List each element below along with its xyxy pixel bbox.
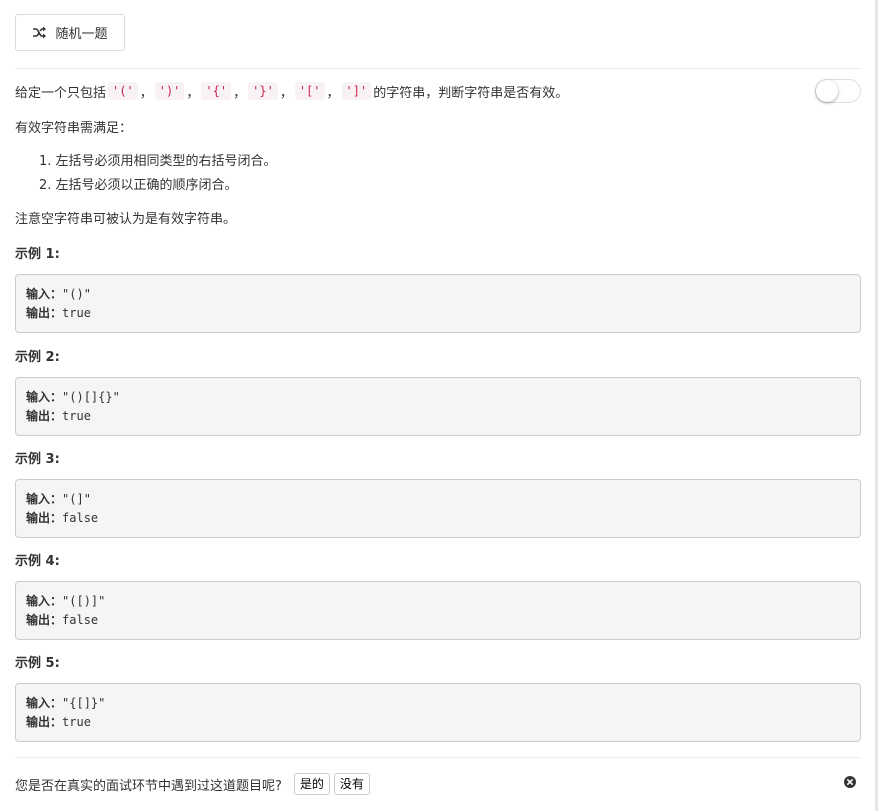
random-question-button[interactable]: 随机一题 — [15, 14, 125, 51]
example-box: 输入："()[]{}" 输出：true — [15, 377, 861, 436]
output-value: true — [62, 715, 91, 729]
separator: ， — [233, 85, 247, 101]
list-item: 2. 左括号必须以正确的顺序闭合。 — [39, 178, 238, 193]
separator: ， — [326, 85, 340, 101]
token-code: '[' — [294, 82, 325, 100]
example-output: 输出：false — [26, 611, 850, 630]
example-title: 示例 2: — [15, 350, 60, 365]
yes-button[interactable]: 是的 — [293, 773, 330, 795]
token-code: '{' — [201, 82, 232, 100]
random-question-label: 随机一题 — [55, 27, 108, 42]
problem-statement: 给定一个只包括 '('， ')'， '{'， '}'， '['， ']' 的字符… — [15, 80, 568, 102]
input-label: 输入 — [26, 696, 51, 710]
toggle-knob — [816, 80, 838, 102]
input-value: "()[]{}" — [62, 390, 120, 404]
example-input: 输入："([)]" — [26, 592, 850, 611]
divider — [15, 757, 861, 758]
output-label: 输出 — [26, 613, 51, 627]
note-text: 注意空字符串可被认为是有效字符串。 — [15, 212, 237, 227]
output-label: 输出 — [26, 409, 51, 423]
example-box: 输入："(]" 输出：false — [15, 479, 861, 538]
colon: ： — [50, 306, 63, 320]
input-value: "([)]" — [62, 594, 106, 608]
example-input: 输入："()" — [26, 285, 850, 304]
input-value: "(]" — [62, 492, 91, 506]
colon: ： — [50, 390, 63, 404]
example-output: 输出：true — [26, 407, 850, 426]
example-box: 输入："([)]" 输出：false — [15, 581, 861, 640]
token-code: ']' — [341, 82, 372, 100]
output-value: true — [62, 306, 91, 320]
colon: ： — [50, 696, 63, 710]
example-input: 输入："(]" — [26, 490, 850, 509]
shuffle-icon — [32, 26, 47, 39]
example-input: 输入："{[]}" — [26, 694, 850, 713]
output-value: true — [62, 409, 91, 423]
token-code: '(' — [108, 82, 138, 100]
colon: ： — [50, 613, 63, 627]
output-label: 输出 — [26, 511, 51, 525]
divider — [15, 68, 861, 69]
list-item: 1. 左括号必须用相同类型的右括号闭合。 — [39, 154, 277, 169]
colon: ： — [50, 409, 63, 423]
separator: ， — [279, 85, 293, 101]
close-icon[interactable] — [844, 776, 856, 788]
input-label: 输入 — [26, 287, 51, 301]
input-label: 输入 — [26, 492, 51, 506]
output-value: false — [62, 613, 99, 627]
rules-title: 有效字符串需满足： — [15, 121, 133, 136]
interview-feedback: 您是否在真实的面试环节中遇到过这道题目呢? 是的 没有 — [15, 771, 370, 797]
output-label: 输出 — [26, 715, 51, 729]
colon: ： — [50, 287, 63, 301]
example-input: 输入："()[]{}" — [26, 388, 850, 407]
colon: ： — [50, 492, 63, 506]
example-output: 输出：true — [26, 713, 850, 732]
input-label: 输入 — [26, 594, 51, 608]
statement-prefix: 给定一个只包括 — [15, 85, 107, 101]
example-title: 示例 3: — [15, 452, 60, 467]
input-label: 输入 — [26, 390, 51, 404]
example-box: 输入："{[]}" 输出：true — [15, 683, 861, 742]
output-label: 输出 — [26, 306, 51, 320]
separator: ， — [186, 85, 200, 101]
example-title: 示例 4: — [15, 554, 60, 569]
example-title: 示例 1: — [15, 247, 60, 262]
statement-suffix: 的字符串，判断字符串是否有效。 — [373, 85, 569, 101]
toggle-switch[interactable] — [815, 79, 861, 103]
separator: ， — [139, 85, 153, 101]
rules-list: 1. 左括号必须用相同类型的右括号闭合。 2. 左括号必须以正确的顺序闭合。 — [39, 150, 277, 198]
token-code: ')' — [154, 82, 185, 100]
token-code: '}' — [248, 82, 278, 100]
input-value: "{[]}" — [62, 696, 106, 710]
example-output: 输出：true — [26, 304, 850, 323]
example-output: 输出：false — [26, 509, 850, 528]
example-title: 示例 5: — [15, 656, 60, 671]
colon: ： — [50, 715, 63, 729]
no-button[interactable]: 没有 — [333, 773, 370, 795]
example-box: 输入："()" 输出：true — [15, 274, 861, 333]
output-value: false — [62, 511, 99, 525]
colon: ： — [50, 511, 63, 525]
feedback-question: 您是否在真实的面试环节中遇到过这道题目呢? — [15, 778, 282, 794]
input-value: "()" — [62, 287, 91, 301]
colon: ： — [50, 594, 63, 608]
